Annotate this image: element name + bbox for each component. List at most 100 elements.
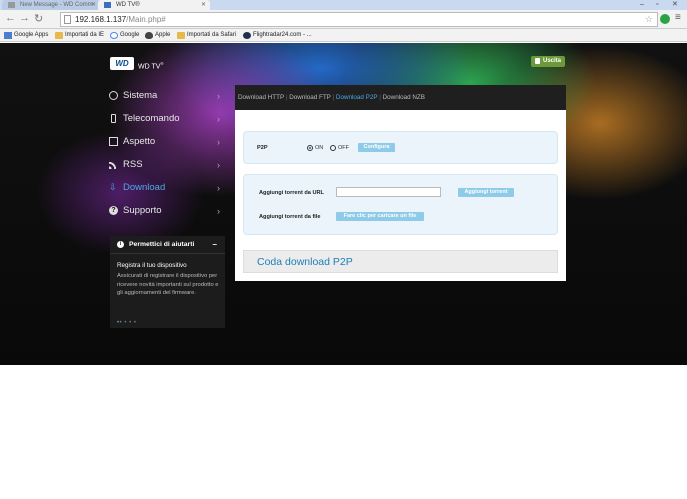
- bookmark-label: Google: [120, 32, 140, 38]
- help-widget-title: Permettici di aiutarti: [129, 241, 195, 248]
- apple-icon: [145, 32, 153, 39]
- folder-icon: [177, 32, 185, 39]
- chevron-right-icon: ›: [217, 91, 220, 101]
- bookmark-apple[interactable]: Apple: [145, 31, 170, 40]
- bookmark-label: Importati da IE: [65, 32, 105, 38]
- p2p-off-radio[interactable]: OFF: [330, 145, 349, 152]
- folder-icon: [55, 32, 63, 39]
- p2p-settings-box: P2P ON OFF Configura: [243, 131, 558, 164]
- help-widget: i Permettici di aiutarti – Registra il t…: [110, 236, 225, 328]
- extension-icon[interactable]: [660, 14, 670, 24]
- close-window-icon[interactable]: ✕: [672, 0, 678, 10]
- sidebar-item-label: RSS: [123, 159, 143, 170]
- flightradar-icon: [243, 32, 251, 39]
- chevron-right-icon: ›: [217, 183, 220, 193]
- browser-toolbar: ← → ↻ 192.168.1.137/Main.php# ☆ ≡: [0, 10, 687, 29]
- tab-title: WD TV®: [116, 2, 140, 8]
- carousel-dots[interactable]: •• • • •: [117, 320, 137, 326]
- browser-tab-inactive[interactable]: New Message - WD Comm ✕: [2, 0, 100, 10]
- p2p-label: P2P: [257, 145, 268, 151]
- forward-arrow-icon[interactable]: →: [19, 12, 30, 24]
- product-name: WD TV®: [138, 61, 164, 71]
- upload-file-button[interactable]: Fare clic per caricare un file: [336, 212, 424, 221]
- wd-logo: WD: [110, 57, 134, 70]
- help-icon: ?: [109, 206, 118, 215]
- download-tabs: Download HTTP | Download FTP | Download …: [235, 85, 566, 110]
- page-icon: [64, 15, 71, 24]
- lock-icon: [535, 58, 540, 64]
- apps-grid-icon: [4, 32, 12, 39]
- reload-icon[interactable]: ↻: [34, 12, 43, 25]
- help-subtitle: Registra il tuo dispositivo: [117, 262, 187, 269]
- download-panel: Download HTTP | Download FTP | Download …: [235, 85, 566, 281]
- wd-favicon-icon: [104, 2, 111, 8]
- gear-icon: [109, 91, 118, 100]
- tab-title: New Message - WD Comm: [20, 2, 93, 8]
- sidebar-item-sistema[interactable]: Sistema ›: [108, 88, 222, 104]
- sidebar-item-label: Aspetto: [123, 136, 156, 147]
- chevron-right-icon: ›: [217, 114, 220, 124]
- maximize-window-icon[interactable]: ▫: [656, 0, 658, 10]
- bookmark-importati-ie[interactable]: Importati da IE: [55, 31, 104, 40]
- help-widget-header: i Permettici di aiutarti –: [110, 236, 225, 254]
- bookmark-importati-safari[interactable]: Importati da Safari: [177, 31, 236, 40]
- sidebar-item-rss[interactable]: RSS ›: [108, 157, 222, 173]
- bookmark-label: Importati da Safari: [187, 32, 237, 38]
- torrent-url-label: Aggiungi torrent da URL: [259, 190, 324, 196]
- remote-icon: [111, 114, 116, 123]
- sidebar-item-aspetto[interactable]: Aspetto ›: [108, 134, 222, 150]
- radio-unselected-icon: [330, 145, 336, 151]
- chevron-right-icon: ›: [217, 137, 220, 147]
- wdtv-page: WD WD TV® Uscita Sistema › Telecomando ›…: [0, 43, 687, 365]
- bookmark-google-apps[interactable]: Google Apps: [4, 31, 48, 40]
- collapse-icon[interactable]: –: [213, 236, 217, 254]
- chevron-right-icon: ›: [217, 160, 220, 170]
- minimize-window-icon[interactable]: –: [640, 0, 644, 10]
- url-path: /Main.php#: [126, 15, 166, 24]
- radio-selected-icon: [307, 145, 313, 151]
- logout-button[interactable]: Uscita: [531, 56, 565, 67]
- bookmarks-bar: Google Apps Importati da IE Google Apple…: [0, 29, 687, 42]
- bookmark-label: Google Apps: [14, 32, 49, 38]
- sidebar-item-telecomando[interactable]: Telecomando ›: [108, 111, 222, 127]
- configure-button[interactable]: Configura: [358, 143, 395, 152]
- browser-tab-strip: New Message - WD Comm ✕ WD TV® ✕ – ▫ ✕: [0, 0, 687, 10]
- tab-download-http[interactable]: Download HTTP: [238, 94, 284, 101]
- browser-menu-icon[interactable]: ≡: [675, 12, 681, 23]
- google-icon: [110, 32, 118, 39]
- torrent-file-label: Aggiungi torrent da file: [259, 214, 321, 220]
- address-bar[interactable]: 192.168.1.137/Main.php# ☆: [60, 12, 658, 27]
- chevron-right-icon: ›: [217, 206, 220, 216]
- bookmark-star-icon[interactable]: ☆: [645, 13, 653, 26]
- sidebar-item-label: Telecomando: [123, 113, 180, 124]
- sidebar-item-label: Sistema: [123, 90, 158, 101]
- bookmark-label: Flightradar24.com - ...: [253, 32, 312, 38]
- p2p-queue-header[interactable]: Coda download P2P: [243, 250, 558, 273]
- tab-download-ftp[interactable]: Download FTP: [289, 94, 331, 101]
- sidebar-item-download[interactable]: ⇩ Download ›: [108, 180, 222, 196]
- info-icon: i: [117, 241, 124, 248]
- bookmark-google[interactable]: Google: [110, 31, 139, 40]
- logout-label: Uscita: [543, 58, 562, 64]
- rss-icon: [109, 160, 118, 169]
- sidebar-item-supporto[interactable]: ? Supporto ›: [108, 203, 222, 219]
- close-tab-icon[interactable]: ✕: [91, 0, 96, 10]
- browser-tab-active[interactable]: WD TV® ✕: [98, 0, 210, 10]
- help-text: Assicurati di registrare il dispositivo …: [117, 273, 219, 296]
- close-tab-icon[interactable]: ✕: [201, 0, 206, 10]
- download-icon: ⇩: [109, 182, 117, 192]
- sidebar-item-label: Download: [123, 182, 166, 193]
- url-host: 192.168.1.137: [75, 15, 127, 24]
- torrent-url-input[interactable]: [336, 187, 441, 197]
- mail-favicon-icon: [8, 2, 15, 8]
- torrent-add-box: Aggiungi torrent da URL Aggiungi torrent…: [243, 174, 558, 235]
- bookmark-flightradar[interactable]: Flightradar24.com - ...: [243, 31, 312, 40]
- add-torrent-button[interactable]: Aggiungi torrent: [458, 188, 514, 197]
- p2p-on-radio[interactable]: ON: [307, 145, 323, 152]
- sidebar-item-label: Supporto: [123, 205, 162, 216]
- tab-download-nzb[interactable]: Download NZB: [383, 94, 425, 101]
- back-arrow-icon[interactable]: ←: [5, 12, 16, 24]
- tab-download-p2p[interactable]: Download P2P: [336, 94, 378, 101]
- picture-icon: [109, 137, 118, 146]
- bookmark-label: Apple: [155, 32, 171, 38]
